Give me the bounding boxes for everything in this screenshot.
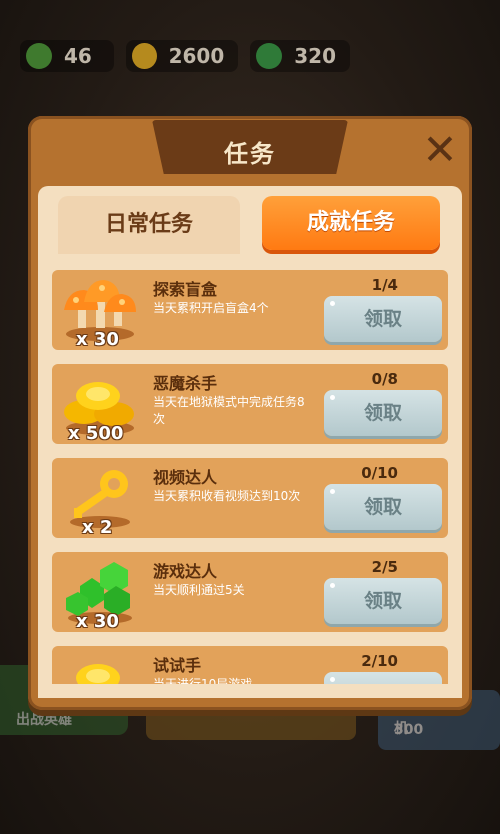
task-row: x 500 恶魔杀手 当天在地狱模式中完成任务8次 0/8 领取 xyxy=(52,364,448,444)
gem-icon xyxy=(256,43,283,69)
modal-title: 任务 xyxy=(224,140,276,168)
reward-quantity: x 2 xyxy=(82,517,113,538)
task-progress: 0/10 xyxy=(361,464,398,482)
task-description: 当天在地狱模式中完成任务8次 xyxy=(153,395,305,426)
gem-counter: 320 xyxy=(250,40,350,72)
task-row: 试试手 当天进行10局游戏 2/10 领取 xyxy=(52,646,448,684)
claim-button[interactable]: 领取 xyxy=(324,390,442,436)
task-list[interactable]: x 30 探索盲盒 当天累积开启盲盒4个 1/4 领取 x 500 恶魔杀手 当… xyxy=(38,256,462,684)
claim-button[interactable]: 领取 xyxy=(324,672,442,684)
claim-button[interactable]: 领取 xyxy=(324,578,442,624)
gold-coins-icon xyxy=(58,650,142,684)
task-row: x 2 视频达人 当天累积收看视频达到10次 0/10 领取 xyxy=(52,458,448,538)
task-description: 当天累积收看视频达到10次 xyxy=(153,489,301,503)
close-icon[interactable]: ✕ xyxy=(418,128,462,172)
list-bottom-fade xyxy=(38,684,462,698)
energy-value: 46 xyxy=(64,44,92,68)
gold-value: 2600 xyxy=(168,44,225,68)
task-progress: 1/4 xyxy=(371,276,398,294)
tab-achievement-label: 成就任务 xyxy=(306,210,395,235)
task-description: 当天进行10局游戏 xyxy=(153,677,253,684)
heroes-label: 出战英雄 xyxy=(16,712,72,728)
task-row: x 30 游戏达人 当天顺利通过5关 2/5 领取 xyxy=(52,552,448,632)
task-description: 当天顺利通过5关 xyxy=(153,583,245,597)
tab-daily[interactable]: 日常任务 xyxy=(58,196,240,254)
task-description: 当天累积开启盲盒4个 xyxy=(153,301,269,315)
gem-value: 320 xyxy=(294,44,336,68)
claim-button[interactable]: 领取 xyxy=(324,296,442,342)
energy-counter: 46 xyxy=(20,40,115,72)
claim-button[interactable]: 领取 xyxy=(324,484,442,530)
gold-counter: 2600 xyxy=(126,40,239,72)
task-title: 游戏达人 xyxy=(153,562,218,581)
task-progress: 0/8 xyxy=(371,370,398,388)
task-title: 恶魔杀手 xyxy=(153,374,218,393)
task-progress: 2/10 xyxy=(361,652,398,670)
task-progress: 2/5 xyxy=(371,558,398,576)
gold-icon xyxy=(132,43,157,69)
task-title: 视频达人 xyxy=(153,468,218,487)
task-title: 探索盲盒 xyxy=(153,280,218,299)
task-title: 试试手 xyxy=(153,656,202,675)
resource-bar: 46 2600 320 xyxy=(20,40,350,76)
tab-daily-label: 日常任务 xyxy=(104,212,193,237)
tab-achievement[interactable]: 成就任务 xyxy=(262,196,440,250)
energy-icon xyxy=(26,43,52,69)
task-row: x 30 探索盲盒 当天累积开启盲盒4个 1/4 领取 xyxy=(52,270,448,350)
reward-quantity: x 500 xyxy=(68,423,124,444)
reward-quantity: x 30 xyxy=(76,611,119,632)
reward-quantity: x 30 xyxy=(76,329,119,350)
